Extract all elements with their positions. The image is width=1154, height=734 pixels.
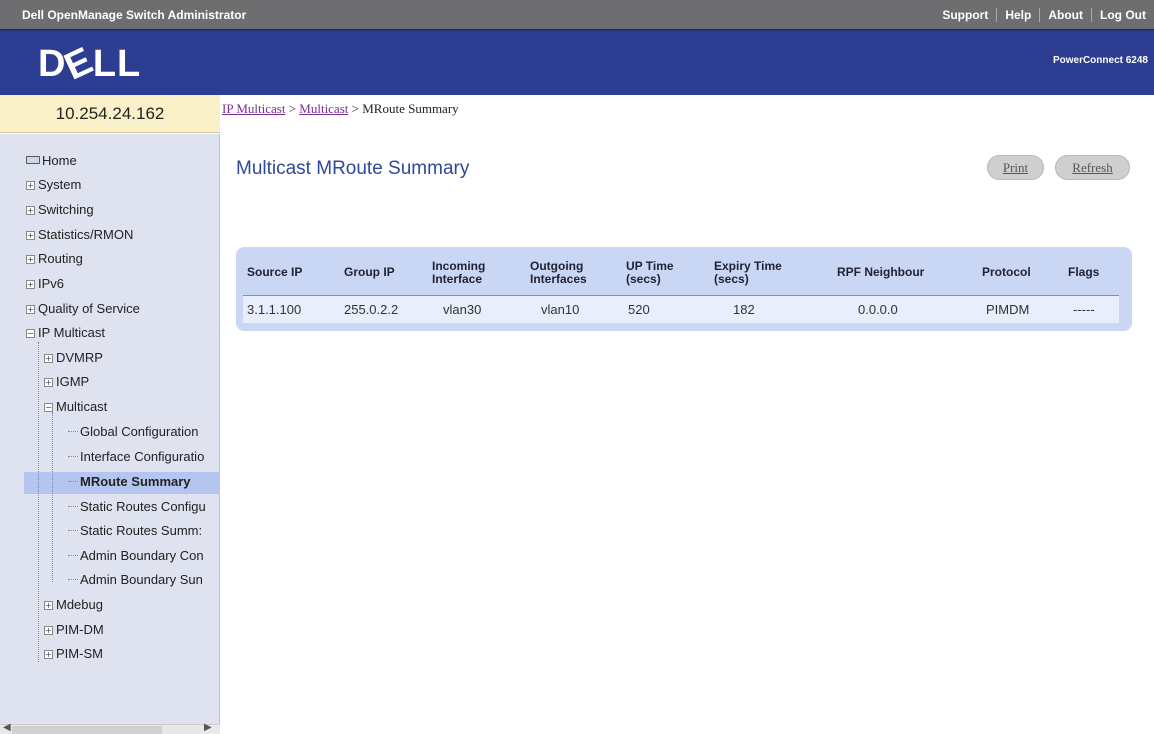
nav-item-multicast[interactable]: − Multicast xyxy=(44,397,107,417)
expand-icon[interactable]: + xyxy=(26,181,35,190)
breadcrumb-ip-multicast-link[interactable]: IP Multicast xyxy=(222,101,285,116)
cell-up-time: 520 xyxy=(628,302,650,317)
top-links: Support Help About Log Out xyxy=(934,8,1154,22)
nav-item-dvmrp[interactable]: + DVMRP xyxy=(44,348,103,368)
header-protocol: Protocol xyxy=(982,265,1031,279)
tree-connector xyxy=(38,342,39,662)
help-link[interactable]: Help xyxy=(996,8,1039,22)
breadcrumb-current: MRoute Summary xyxy=(362,101,459,116)
expand-icon[interactable]: + xyxy=(26,305,35,314)
model-label: PowerConnect 6248 xyxy=(1052,55,1148,66)
expand-icon[interactable]: + xyxy=(26,280,35,289)
nav-item-igmp[interactable]: + IGMP xyxy=(44,372,89,392)
app-title: Dell OpenManage Switch Administrator xyxy=(22,8,247,22)
cell-flags: ----- xyxy=(1073,302,1095,317)
nav-item-admin-boundary-config[interactable]: Admin Boundary Con xyxy=(68,546,204,566)
nav-item-mroute-summary[interactable]: MRoute Summary xyxy=(68,472,191,492)
nav-item-admin-boundary-summary[interactable]: Admin Boundary Sun xyxy=(68,570,203,590)
nav-item-static-routes-summary[interactable]: Static Routes Summ: xyxy=(68,521,202,541)
book-icon xyxy=(26,156,40,164)
nav-item-home[interactable]: Home xyxy=(26,151,77,171)
cell-rpf-neighbour: 0.0.0.0 xyxy=(858,302,898,317)
nav-item-static-routes-config[interactable]: Static Routes Configu xyxy=(68,497,206,517)
cell-incoming-interface: vlan30 xyxy=(443,302,482,317)
breadcrumb-multicast-link[interactable]: Multicast xyxy=(299,101,348,116)
print-button[interactable]: Print xyxy=(987,155,1044,180)
expand-icon[interactable]: + xyxy=(44,601,53,610)
scroll-left-icon[interactable]: ◀ xyxy=(3,722,11,733)
nav-item-pim-sm[interactable]: + PIM-SM xyxy=(44,644,103,664)
nav-item-switching[interactable]: + Switching xyxy=(26,200,94,220)
expand-icon[interactable]: + xyxy=(26,231,35,240)
expand-icon[interactable]: + xyxy=(44,626,53,635)
cell-group-ip: 255.0.2.2 xyxy=(344,302,399,317)
dell-logo: DELL xyxy=(38,39,142,89)
tree-connector xyxy=(52,412,53,582)
nav-item-mdebug[interactable]: + Mdebug xyxy=(44,595,103,615)
expand-icon[interactable]: + xyxy=(26,206,35,215)
page-title: Multicast MRoute Summary xyxy=(236,158,470,179)
scroll-right-icon[interactable]: ▶ xyxy=(204,722,212,733)
header-source-ip: Source IP xyxy=(247,265,303,279)
nav-item-ip-multicast[interactable]: − IP Multicast xyxy=(26,323,105,343)
banner: DELL PowerConnect 6248 xyxy=(0,31,1154,95)
collapse-icon[interactable]: − xyxy=(44,403,53,412)
nav-horizontal-scrollbar[interactable]: ◀ ▶ xyxy=(0,722,220,734)
nav-item-routing[interactable]: + Routing xyxy=(26,249,83,269)
header-rpf-neighbour: RPF Neighbour xyxy=(837,265,925,279)
expand-icon[interactable]: + xyxy=(44,378,53,387)
nav-item-global-configuration[interactable]: Global Configuration xyxy=(68,422,199,442)
support-link[interactable]: Support xyxy=(934,8,996,22)
about-link[interactable]: About xyxy=(1039,8,1091,22)
cell-outgoing-interfaces: vlan10 xyxy=(541,302,580,317)
nav-item-statistics[interactable]: + Statistics/RMON xyxy=(26,225,133,245)
header-expiry-time: Expiry Time (secs) xyxy=(714,259,782,286)
nav-item-ipv6[interactable]: + IPv6 xyxy=(26,274,64,294)
expand-icon[interactable]: + xyxy=(44,650,53,659)
nav-item-qos[interactable]: + Quality of Service xyxy=(26,299,140,319)
header-flags: Flags xyxy=(1068,265,1100,279)
expand-icon[interactable]: + xyxy=(44,354,53,363)
mroute-table xyxy=(236,247,1132,331)
logout-link[interactable]: Log Out xyxy=(1091,8,1154,22)
nav-tree: Home + System + Switching + Statistics/RMON… xyxy=(0,134,220,734)
collapse-icon[interactable]: − xyxy=(26,329,35,338)
top-bar: Dell OpenManage Switch Administrator Sup… xyxy=(0,0,1154,31)
header-up-time: UP Time (secs) xyxy=(626,259,674,286)
cell-expiry-time: 182 xyxy=(733,302,755,317)
header-incoming-interface: Incoming Interface xyxy=(432,259,486,286)
header-group-ip: Group IP xyxy=(344,265,395,279)
nav-item-pim-dm[interactable]: + PIM-DM xyxy=(44,620,104,640)
header-outgoing-interfaces: Outgoing Interfaces xyxy=(530,259,587,286)
switch-ip-address: 10.254.24.162 xyxy=(0,95,220,133)
nav-item-system[interactable]: + System xyxy=(26,175,81,195)
breadcrumb: IP Multicast > Multicast > MRoute Summar… xyxy=(222,101,459,116)
cell-source-ip: 3.1.1.100 xyxy=(247,302,302,317)
nav-item-interface-configuration[interactable]: Interface Configuratio xyxy=(68,447,204,467)
scroll-thumb[interactable] xyxy=(12,726,162,734)
refresh-button[interactable]: Refresh xyxy=(1055,155,1130,180)
cell-protocol: PIMDM xyxy=(986,302,1030,317)
expand-icon[interactable]: + xyxy=(26,255,35,264)
